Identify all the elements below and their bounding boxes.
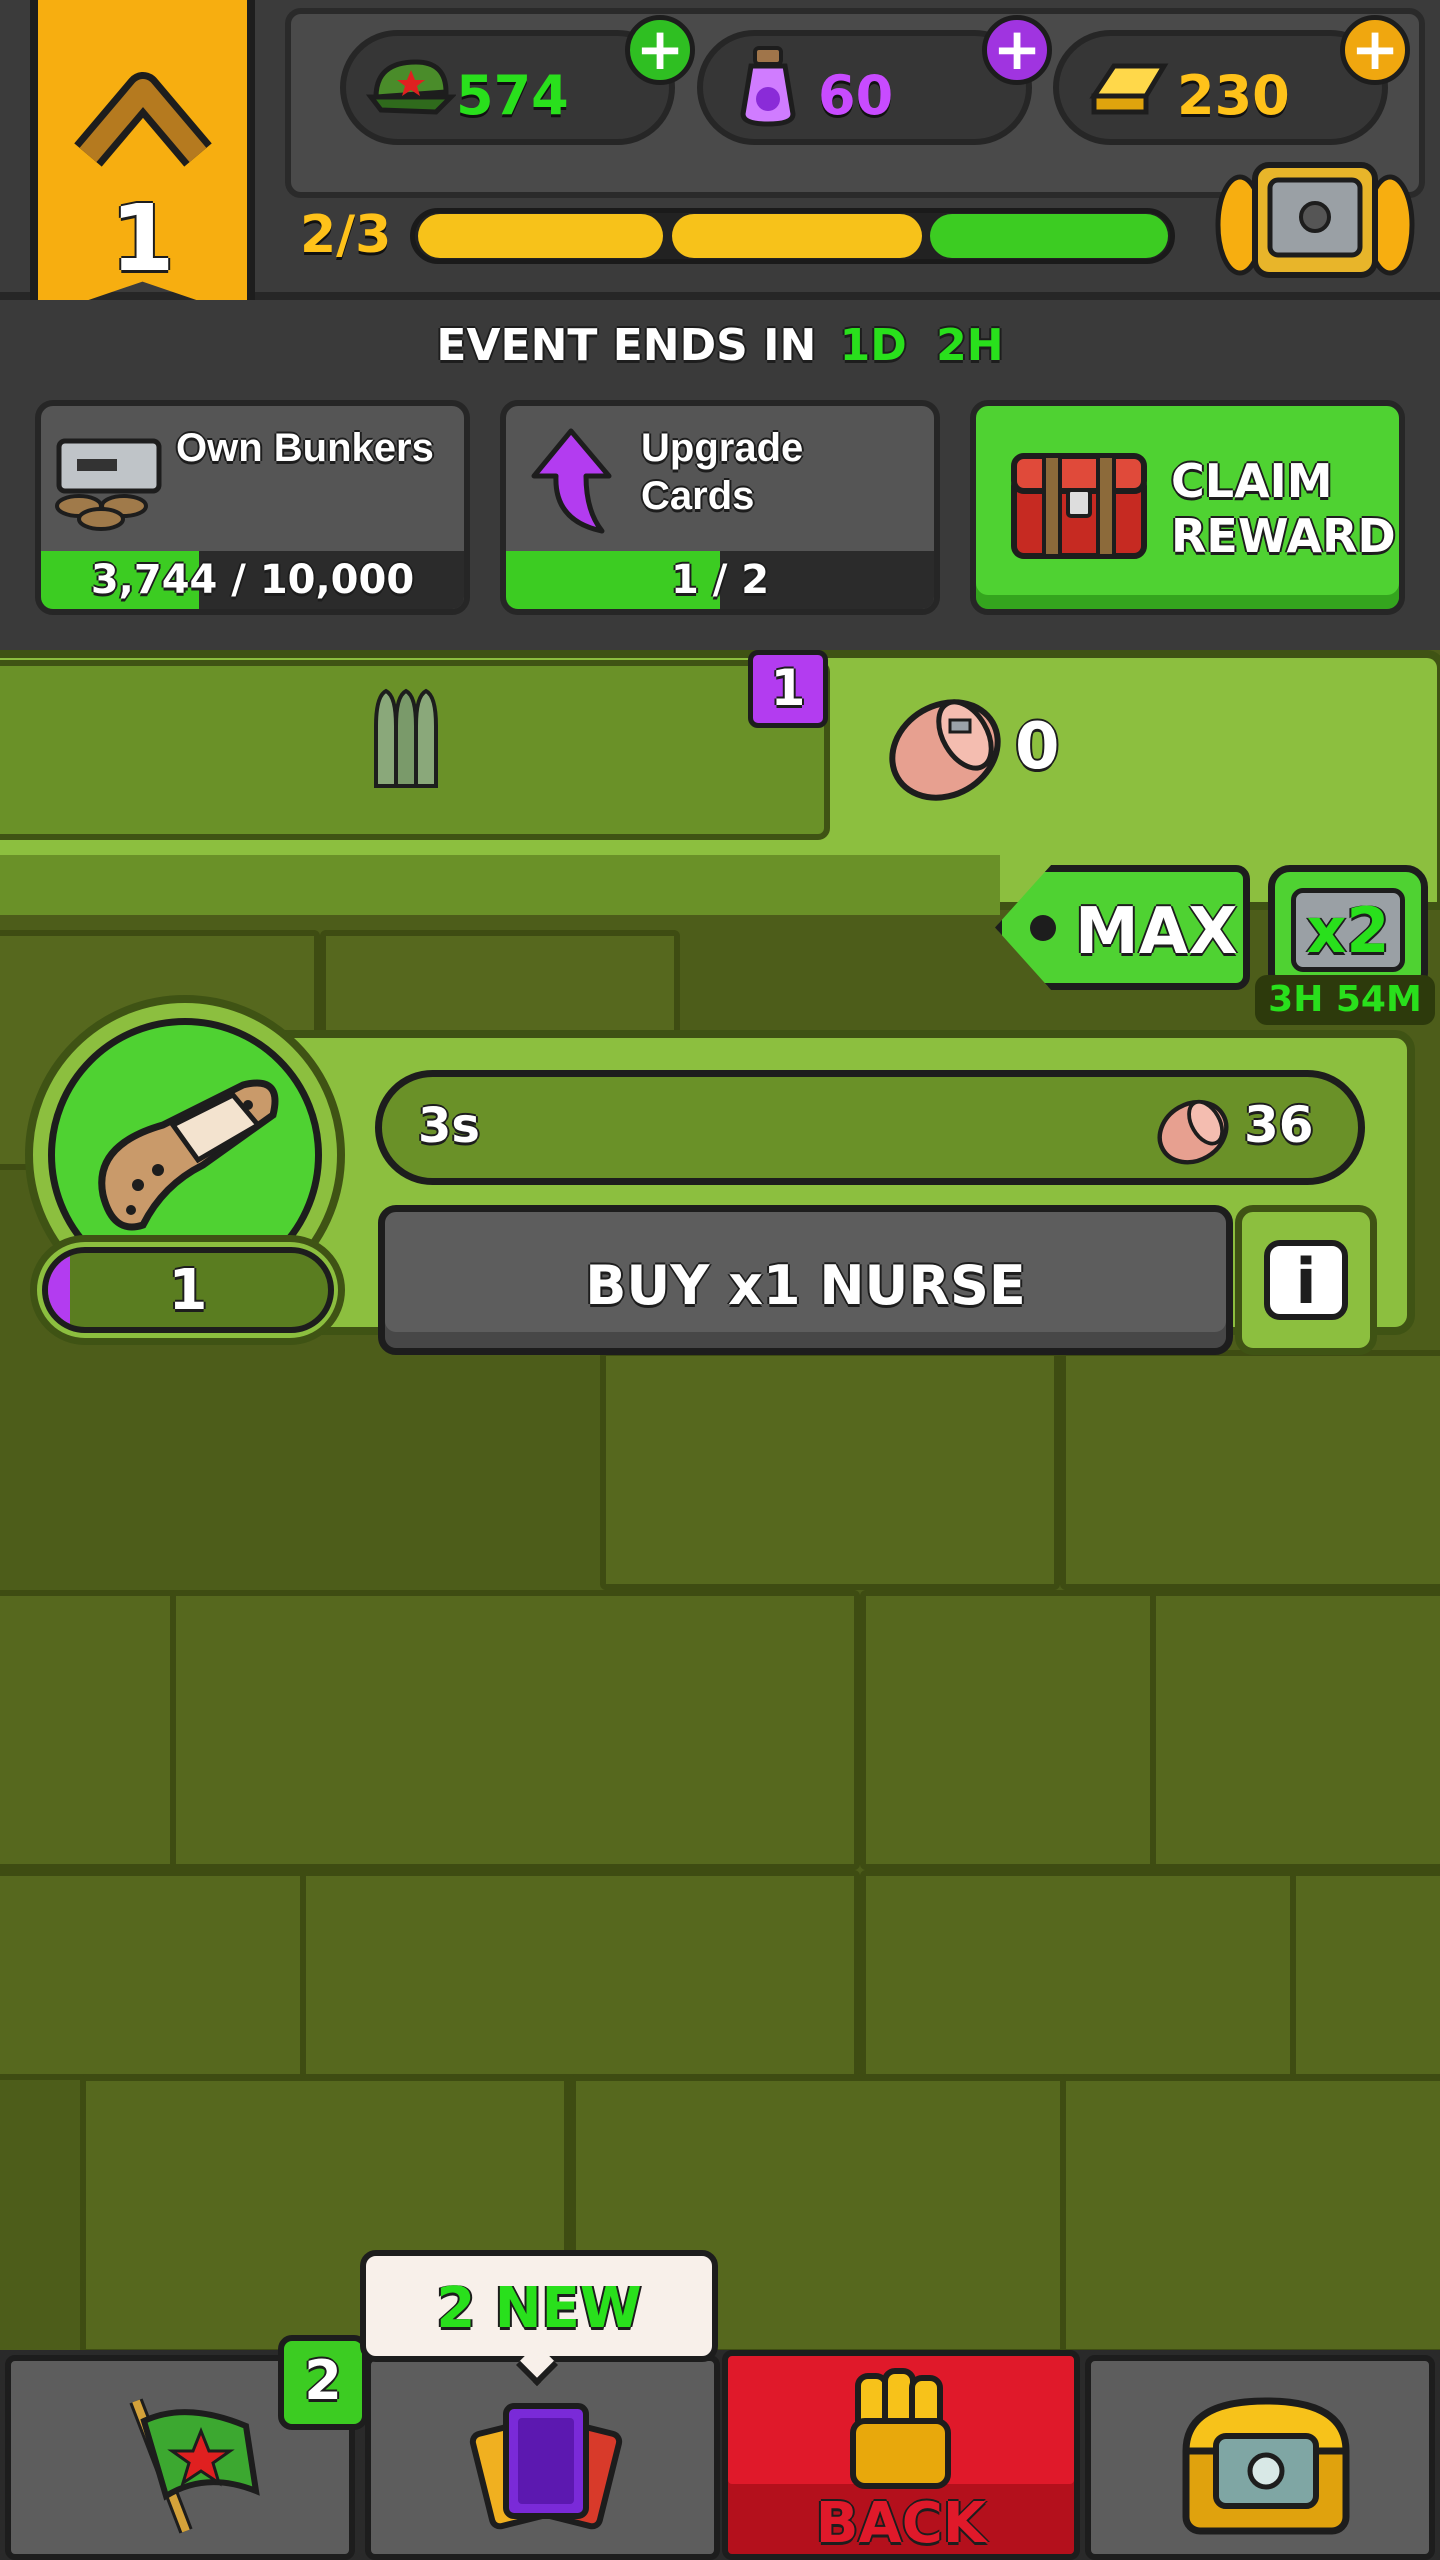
fist-icon (850, 2368, 951, 2489)
production-time: 3s (418, 1098, 480, 1154)
bandage-yield-icon (1157, 1099, 1229, 1165)
event-days: 1D (839, 320, 907, 371)
rank-reward-button[interactable] (1210, 162, 1420, 278)
max-label: MAX (1075, 895, 1238, 969)
nav-shop-button[interactable] (1085, 2355, 1435, 2560)
bunker-icon (55, 438, 162, 531)
event-hours: 2H (936, 320, 1004, 371)
boost-timer: 3H 54M (1255, 975, 1435, 1025)
tooltip-text: 2 NEW (436, 2276, 642, 2341)
army-cap-icon (366, 59, 456, 115)
add-potion-button[interactable]: + (982, 15, 1052, 85)
production-yield: 36 (1244, 1096, 1314, 1154)
task-progress-text: 3,744 / 10,000 (90, 557, 415, 603)
back-label: BACK (815, 2491, 987, 2556)
task-progress-bar: 3,744 / 10,000 (41, 551, 464, 609)
claim-reward-button[interactable]: CLAIM REWARD (970, 400, 1405, 615)
event-task-own-bunkers[interactable]: Own Bunkers 3,744 / 10,000 (35, 400, 470, 615)
buy-nurse-label: BUY x1 NURSE (585, 1254, 1026, 1317)
event-task-upgrade-cards[interactable]: Upgrade Cards 1 / 2 (500, 400, 940, 615)
potion-icon (740, 46, 796, 127)
reward-chest-icon (1011, 453, 1147, 559)
flag-icon (129, 2398, 260, 2534)
unit-info-button[interactable]: i (1235, 1205, 1377, 1355)
rank-number: 1 (110, 185, 175, 292)
rank-progress-text: 2/3 (300, 205, 392, 265)
tag-hole (1030, 915, 1056, 941)
nav-back-button[interactable]: BACK (722, 2350, 1080, 2560)
bandage-count: 0 (1015, 710, 1060, 784)
x2-label: x2 (1306, 894, 1390, 967)
flag-badge: 2 (278, 2335, 368, 2430)
potion-value: 60 (818, 64, 894, 127)
progress-segment-2 (672, 214, 922, 258)
nav-cards-button[interactable] (365, 2355, 720, 2560)
bandage-roll-icon (98, 1079, 279, 1231)
cash-value: 574 (456, 64, 569, 127)
cards-icon (469, 2403, 623, 2530)
gold-value: 230 (1177, 64, 1290, 127)
task-progress-bar: 1 / 2 (506, 551, 934, 609)
progress-segment-1 (418, 214, 663, 258)
task-label: Own Bunkers (176, 426, 434, 470)
gold-bar-icon (1089, 63, 1169, 115)
buy-nurse-button[interactable]: BUY x1 NURSE (378, 1205, 1233, 1355)
progress-segment-3 (930, 214, 1168, 258)
task-progress-text: 1 / 2 (670, 557, 770, 603)
ledge (0, 855, 1000, 915)
ammo-slot[interactable] (0, 660, 830, 840)
bandage-icon (889, 699, 1001, 801)
chevron-rank-icon (74, 72, 212, 167)
treasure-chest-icon (1182, 2397, 1350, 2535)
task-label: Upgrade Cards (641, 426, 804, 518)
ammo-icon (374, 688, 438, 788)
gold-counter[interactable]: 230 (1053, 30, 1388, 145)
laurel-safe-icon (1215, 162, 1415, 278)
unit-level: 1 (168, 1258, 208, 1323)
claim-reward-label: CLAIM REWARD (1171, 454, 1396, 563)
add-cash-button[interactable]: + (625, 15, 695, 85)
ammo-badge: 1 (748, 650, 828, 728)
event-timer-prefix: EVENT ENDS IN (436, 320, 817, 371)
event-timer: EVENT ENDS IN 1D 2H (0, 320, 1440, 371)
info-icon: i (1264, 1240, 1348, 1320)
add-gold-button[interactable]: + (1340, 15, 1410, 85)
upgrade-arrow-icon (531, 428, 612, 534)
